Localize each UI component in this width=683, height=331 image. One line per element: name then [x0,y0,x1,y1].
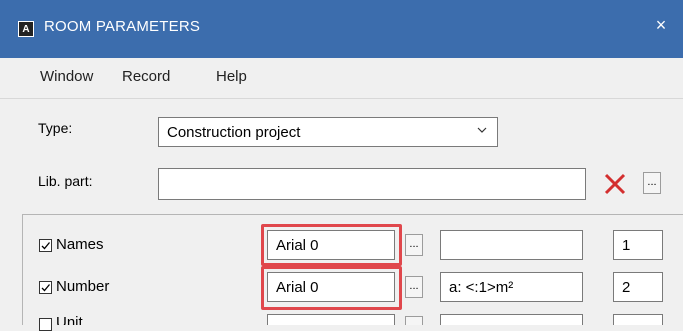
highlight-box-names-font [261,224,402,266]
close-icon [604,173,626,195]
lib-part-label: Lib. part: [38,173,93,189]
number-font-browse-button[interactable]: ... [405,276,423,298]
group-box-top-border [22,214,683,215]
menu-divider [0,98,683,99]
check-icon [41,284,50,292]
names-number-value: 1 [622,236,631,254]
unit-label: Unit [56,314,83,325]
clear-lib-part-button[interactable] [602,170,628,198]
close-button[interactable]: × [653,15,669,35]
lib-part-input[interactable] [158,168,586,200]
menu-bar: Window Record Help [0,58,683,98]
chevron-down-icon [477,127,487,133]
highlight-box-number-font [261,266,402,310]
number-number-field[interactable]: 2 [613,272,663,302]
unit-format-field[interactable] [440,314,583,325]
number-format-value: a: <:1>m² [449,278,514,296]
number-checkbox[interactable] [39,281,52,294]
check-icon [41,242,50,250]
names-font-browse-button[interactable]: ... [405,234,423,256]
group-box-left-border [22,214,23,325]
type-label: Type: [38,120,73,136]
unit-font-browse-button[interactable]: ... [405,316,423,325]
unit-font-field[interactable] [267,314,395,325]
app-icon: A [18,21,34,37]
type-select[interactable]: Construction project [158,117,498,147]
number-label: Number [56,278,110,295]
menu-help[interactable]: Help [216,68,247,85]
app-icon-letter: A [22,23,30,35]
names-label: Names [56,236,104,253]
title-bar: A ROOM PARAMETERS × [0,0,683,58]
lib-part-browse-button[interactable]: ... [643,172,661,194]
menu-record[interactable]: Record [122,68,170,85]
names-format-field[interactable] [440,230,583,260]
number-format-field[interactable]: a: <:1>m² [440,272,583,302]
type-select-value: Construction project [167,123,301,141]
names-number-field[interactable]: 1 [613,230,663,260]
names-checkbox[interactable] [39,239,52,252]
unit-number-field[interactable] [613,314,663,325]
menu-window[interactable]: Window [40,68,93,85]
number-number-value: 2 [622,278,631,296]
window-title: ROOM PARAMETERS [44,18,201,35]
